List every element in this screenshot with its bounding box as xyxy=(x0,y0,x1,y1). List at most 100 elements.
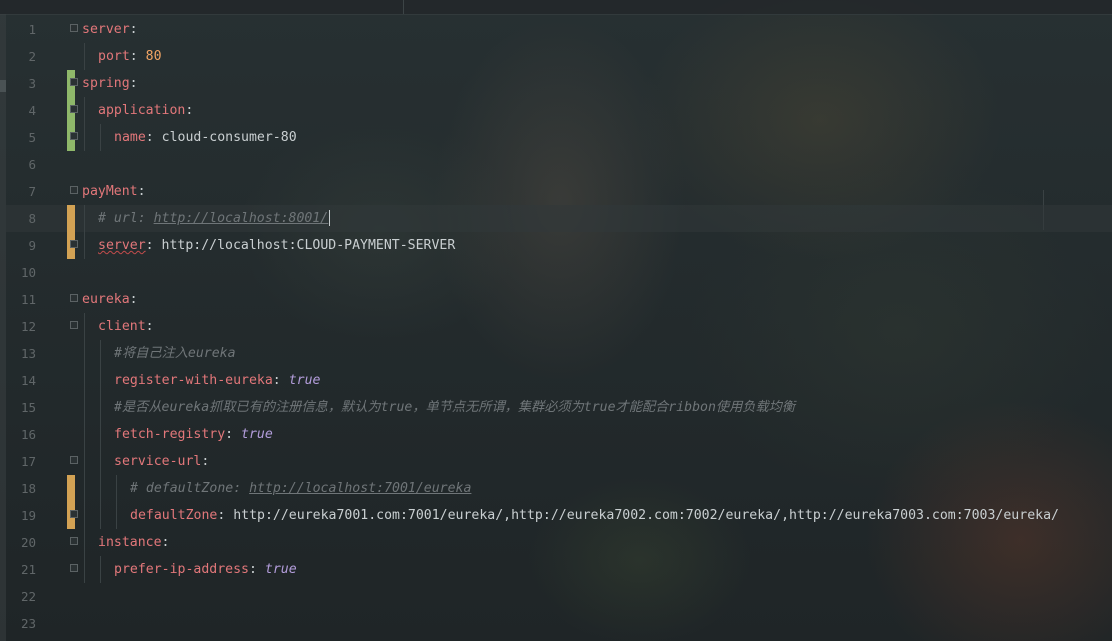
indent-guide xyxy=(84,340,85,367)
line-number: 6 xyxy=(28,157,36,172)
code-line[interactable]: 19 defaultZone: http://eureka7001.com:700… xyxy=(0,502,1112,529)
code-line[interactable]: 21 prefer-ip-address: true xyxy=(0,556,1112,583)
code-line[interactable]: 17 service-url: xyxy=(0,448,1112,475)
indent-guide xyxy=(100,367,101,394)
indent-guide xyxy=(84,43,85,70)
yaml-value: cloud-consumer-80 xyxy=(161,130,297,145)
code-text[interactable]: prefer-ip-address: true xyxy=(114,556,297,583)
code-line[interactable]: 13 #将自己注入eureka xyxy=(0,340,1112,367)
code-text[interactable]: client: xyxy=(98,313,154,340)
modified-line-marker[interactable] xyxy=(67,475,75,502)
code-line[interactable]: 11 eureka: xyxy=(0,286,1112,313)
fold-toggle-icon[interactable] xyxy=(70,294,78,302)
indent-guide xyxy=(116,502,117,529)
indent-guide xyxy=(100,394,101,421)
yaml-colon: : xyxy=(129,49,146,64)
comment-url-link[interactable]: http://localhost:8001/ xyxy=(154,211,329,226)
fold-toggle-icon[interactable] xyxy=(70,537,78,545)
code-text[interactable]: eureka: xyxy=(82,286,138,313)
code-text[interactable]: register-with-eureka: true xyxy=(114,367,320,394)
code-text[interactable]: service-url: xyxy=(114,448,209,475)
code-text[interactable]: port: 80 xyxy=(98,43,162,70)
code-editor[interactable]: 1 server: 2 port: 80 3 spring: 4 application: 5 n… xyxy=(0,16,1112,637)
code-line[interactable]: 2 port: 80 xyxy=(0,43,1112,70)
fold-toggle-icon[interactable] xyxy=(70,78,78,86)
comment-text: # url: xyxy=(98,211,154,226)
indent-guide xyxy=(84,205,85,232)
code-line[interactable]: 12 client: xyxy=(0,313,1112,340)
code-line[interactable]: 5 name: cloud-consumer-80 xyxy=(0,124,1112,151)
code-line[interactable]: 16 fetch-registry: true xyxy=(0,421,1112,448)
yaml-key: port xyxy=(98,49,130,64)
yaml-key: spring xyxy=(82,76,130,91)
code-text[interactable]: #将自己注入eureka xyxy=(114,340,236,367)
code-line[interactable]: 8 # url: http://localhost:8001/ xyxy=(0,205,1112,232)
indent-guide xyxy=(100,502,101,529)
code-text[interactable]: # defaultZone: http://localhost:7001/eur… xyxy=(130,475,471,502)
indent-guide xyxy=(84,97,85,124)
indent-guide xyxy=(84,124,85,151)
fold-toggle-icon[interactable] xyxy=(70,132,78,140)
yaml-key: name xyxy=(114,130,146,145)
editor-tab-bar[interactable] xyxy=(0,0,1112,15)
indent-guide xyxy=(84,475,85,502)
code-text[interactable]: fetch-registry: true xyxy=(114,421,273,448)
code-text[interactable]: payMent: xyxy=(82,178,146,205)
code-text[interactable]: # url: http://localhost:8001/ xyxy=(98,205,331,232)
line-number: 7 xyxy=(28,184,36,199)
code-line[interactable]: 9 server: http://localhost:CLOUD-PAYMENT-… xyxy=(0,232,1112,259)
yaml-colon: : xyxy=(248,562,265,577)
code-text[interactable]: instance: xyxy=(98,529,169,556)
yaml-key: eureka xyxy=(82,292,130,307)
line-number: 16 xyxy=(20,427,36,442)
code-line[interactable]: 18 # defaultZone: http://localhost:7001/e… xyxy=(0,475,1112,502)
line-number: 9 xyxy=(28,238,36,253)
fold-toggle-icon[interactable] xyxy=(70,240,78,248)
code-text[interactable]: server: xyxy=(82,16,138,43)
code-text[interactable]: spring: xyxy=(82,70,138,97)
comment: #是否从eureka抓取已有的注册信息，默认为true，单节点无所谓，集群必须为… xyxy=(114,400,795,415)
fold-toggle-icon[interactable] xyxy=(70,105,78,113)
line-number: 11 xyxy=(20,292,36,307)
code-text[interactable]: server: http://localhost:CLOUD-PAYMENT-S… xyxy=(98,232,455,259)
code-line[interactable]: 14 register-with-eureka: true xyxy=(0,367,1112,394)
fold-toggle-icon[interactable] xyxy=(70,564,78,572)
comment-url-link[interactable]: http://localhost:7001/eureka xyxy=(249,481,471,496)
text-caret xyxy=(329,210,331,226)
code-line[interactable]: 1 server: xyxy=(0,16,1112,43)
indent-guide xyxy=(100,556,101,583)
fold-toggle-icon[interactable] xyxy=(70,321,78,329)
code-line[interactable]: 15 #是否从eureka抓取已有的注册信息，默认为true，单节点无所谓，集群必… xyxy=(0,394,1112,421)
comment: # defaultZone: http://localhost:7001/eur… xyxy=(130,481,471,496)
line-number: 18 xyxy=(20,481,36,496)
indent-guide xyxy=(100,448,101,475)
code-text[interactable]: defaultZone: http://eureka7001.com:7001/… xyxy=(130,502,1059,529)
yaml-key: payMent xyxy=(82,184,138,199)
code-line[interactable]: 10 xyxy=(0,259,1112,286)
yaml-colon: : xyxy=(145,130,162,145)
code-line[interactable]: 6 xyxy=(0,151,1112,178)
indent-guide xyxy=(84,367,85,394)
fold-toggle-icon[interactable] xyxy=(70,24,78,32)
code-text[interactable]: #是否从eureka抓取已有的注册信息，默认为true，单节点无所谓，集群必须为… xyxy=(114,394,795,421)
yaml-key: application xyxy=(98,103,186,118)
yaml-colon: : xyxy=(129,22,138,37)
fold-toggle-icon[interactable] xyxy=(70,456,78,464)
yaml-value: http://localhost:CLOUD-PAYMENT-SERVER xyxy=(161,238,456,253)
code-line[interactable]: 7 payMent: xyxy=(0,178,1112,205)
comment: #将自己注入eureka xyxy=(114,346,236,361)
code-text[interactable]: name: cloud-consumer-80 xyxy=(114,124,297,151)
code-line[interactable]: 20 instance: xyxy=(0,529,1112,556)
code-line[interactable]: 4 application: xyxy=(0,97,1112,124)
code-text[interactable]: application: xyxy=(98,97,193,124)
yaml-key: register-with-eureka xyxy=(114,373,273,388)
indent-guide xyxy=(100,475,101,502)
fold-toggle-icon[interactable] xyxy=(70,510,78,518)
line-number: 22 xyxy=(20,589,36,604)
fold-toggle-icon[interactable] xyxy=(70,186,78,194)
code-line[interactable]: 22 xyxy=(0,583,1112,610)
modified-line-marker[interactable] xyxy=(67,205,75,232)
yaml-key: fetch-registry xyxy=(114,427,226,442)
code-line[interactable]: 3 spring: xyxy=(0,70,1112,97)
code-line[interactable]: 23 xyxy=(0,610,1112,637)
